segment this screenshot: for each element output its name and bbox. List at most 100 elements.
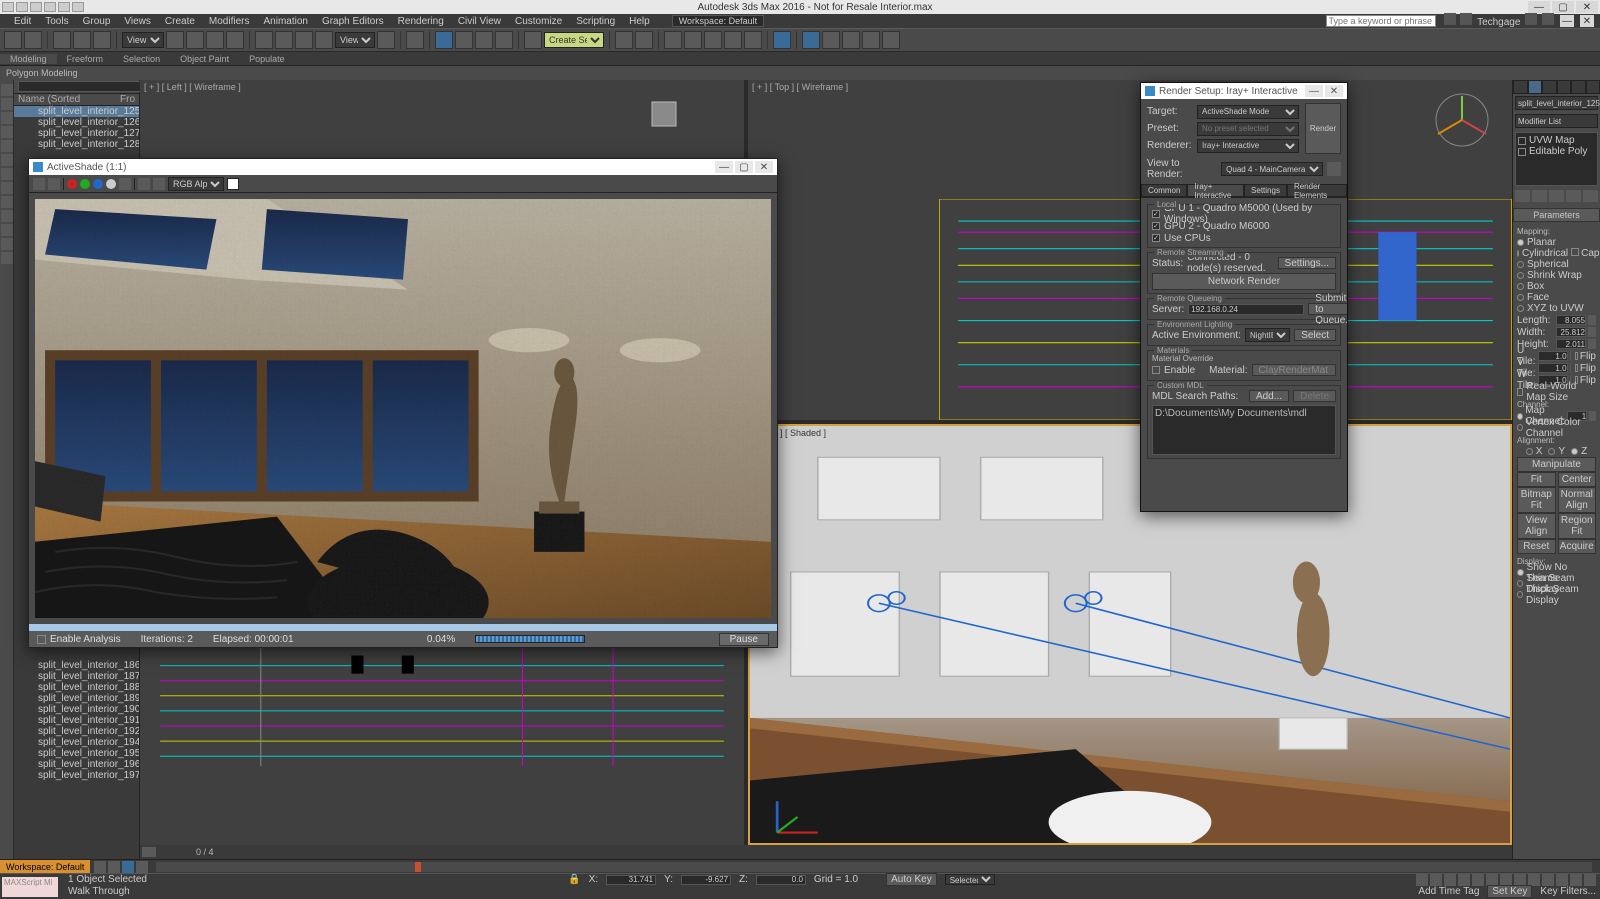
mirror-icon[interactable] [615, 31, 633, 49]
spinner-icon[interactable] [1588, 327, 1596, 337]
server-input[interactable] [1188, 304, 1304, 315]
scene-col-name[interactable]: Name (Sorted Ascending) [18, 94, 120, 105]
unlink-icon[interactable] [73, 31, 91, 49]
network-render-button[interactable]: Network Render [1152, 273, 1336, 290]
window-crossing-icon[interactable] [226, 31, 244, 49]
env-select-button[interactable]: Select [1294, 329, 1336, 341]
refcoord-select[interactable]: View [335, 32, 375, 48]
display-thickseam-radio[interactable] [1517, 591, 1523, 598]
rotate-icon[interactable] [275, 31, 293, 49]
spinner-icon[interactable] [1588, 339, 1596, 349]
layers-icon[interactable] [664, 31, 682, 49]
channel-select[interactable]: RGB Alpha [168, 177, 224, 191]
uflip-checkbox[interactable] [1575, 352, 1578, 360]
cap-checkbox[interactable] [1571, 248, 1579, 256]
mdl-delete-button[interactable]: Delete [1293, 390, 1336, 402]
rs-close-button[interactable]: ✕ [1325, 85, 1343, 97]
play-icon[interactable] [1444, 874, 1456, 886]
qat-undo-icon[interactable] [58, 2, 70, 12]
as-save-icon[interactable] [153, 178, 165, 190]
render-iterative-icon[interactable] [862, 31, 880, 49]
spinner-icon[interactable] [1588, 315, 1596, 325]
mdl-add-button[interactable]: Add... [1249, 390, 1289, 402]
rs-tab-iray[interactable]: Iray+ Interactive [1187, 184, 1244, 197]
y-input[interactable] [681, 875, 731, 885]
render-setup-icon[interactable] [802, 31, 820, 49]
as-close-button[interactable]: ✕ [755, 161, 773, 173]
bg-color-swatch[interactable] [227, 178, 239, 190]
select-region-icon[interactable] [206, 31, 224, 49]
utilities-tab-icon[interactable] [1586, 80, 1600, 94]
exchange-icon[interactable] [1525, 13, 1537, 25]
configure-sets-icon[interactable] [1583, 190, 1598, 202]
keymode-select[interactable]: Selected [945, 874, 995, 885]
ribbon-minimize-button[interactable]: — [1560, 15, 1574, 27]
qat-redo-icon[interactable] [72, 2, 84, 12]
timetag-button[interactable]: Add Time Tag [1418, 886, 1479, 897]
remove-modifier-icon[interactable] [1566, 190, 1581, 202]
filter-shapes-icon[interactable] [1, 126, 13, 138]
align-icon[interactable] [635, 31, 653, 49]
filter-geometry-icon[interactable] [1, 112, 13, 124]
goto-end-icon[interactable] [1472, 874, 1484, 886]
scale-icon[interactable] [295, 31, 313, 49]
layer-explorer-icon[interactable] [684, 31, 702, 49]
channel-mono-icon[interactable] [119, 178, 131, 190]
menu-tools[interactable]: Tools [45, 16, 68, 27]
infocenter-icon[interactable] [1444, 13, 1456, 25]
cpu-checkbox[interactable]: ✓ [1152, 234, 1160, 242]
menu-modifiers[interactable]: Modifiers [209, 16, 250, 27]
menu-help[interactable]: Help [629, 16, 650, 27]
bitmapfit-button[interactable]: Bitmap Fit [1517, 487, 1556, 513]
center-button[interactable]: Center [1558, 472, 1597, 487]
target-select[interactable]: ActiveShade Mode [1197, 105, 1299, 119]
as-clear-icon[interactable] [48, 178, 60, 190]
width-input[interactable] [1556, 327, 1586, 337]
status-icon[interactable] [94, 861, 106, 873]
align-y-radio[interactable] [1548, 448, 1555, 455]
modifier-list-select[interactable]: Modifier List [1515, 114, 1598, 128]
qat-new-icon[interactable] [16, 2, 28, 12]
selection-filter-select[interactable]: View [122, 32, 164, 48]
filter-helpers-icon[interactable] [1, 168, 13, 180]
viewport-label[interactable]: [ + ] [ Left ] [ Wireframe ] [144, 82, 241, 92]
mdl-paths-list[interactable]: D:\Documents\My Documents\mdl [1152, 405, 1336, 455]
menu-create[interactable]: Create [165, 16, 195, 27]
align-x-radio[interactable] [1526, 448, 1533, 455]
channel-red-icon[interactable] [67, 179, 77, 189]
user-label[interactable]: Techgage [1477, 17, 1520, 29]
menu-animation[interactable]: Animation [263, 16, 307, 27]
curves-editor-icon[interactable] [704, 31, 722, 49]
stack-toggle-icon[interactable] [1518, 148, 1526, 156]
menu-edit[interactable]: Edit [14, 16, 31, 27]
rs-tab-settings[interactable]: Settings [1244, 184, 1287, 197]
ribbon-panel-label[interactable]: Polygon Modeling [6, 68, 78, 78]
filter-spacewarps-icon[interactable] [1, 182, 13, 194]
edit-selection-set-icon[interactable] [524, 31, 542, 49]
ribbon-tab-populate[interactable]: Populate [239, 54, 295, 64]
trackbar[interactable] [156, 862, 1592, 872]
reset-button[interactable]: Reset [1517, 539, 1556, 554]
redo-icon[interactable] [24, 31, 42, 49]
ribbon-close-button[interactable]: ✕ [1580, 15, 1594, 27]
timeline-start-icon[interactable] [142, 847, 156, 857]
as-minimize-button[interactable]: — [715, 161, 733, 173]
render-button[interactable]: Render [1305, 103, 1341, 154]
menu-civilview[interactable]: Civil View [458, 16, 501, 27]
rs-settings-button[interactable]: Settings... [1278, 257, 1336, 269]
viewalign-button[interactable]: View Align [1517, 513, 1556, 539]
filter-frozen-icon[interactable] [1, 252, 13, 264]
track-key-marker[interactable] [415, 862, 421, 872]
pivot-icon[interactable] [377, 31, 395, 49]
channel-green-icon[interactable] [80, 179, 90, 189]
link-icon[interactable] [53, 31, 71, 49]
pin-stack-icon[interactable] [1515, 190, 1530, 202]
filter-groups-icon[interactable] [1, 196, 13, 208]
scene-col-frozen[interactable]: Fro [120, 94, 135, 105]
normalalign-button[interactable]: Normal Align [1558, 487, 1597, 513]
as-clone-icon[interactable] [138, 178, 150, 190]
fit-button[interactable]: Fit [1517, 472, 1556, 487]
pause-button[interactable]: Pause [719, 633, 769, 646]
status-icon[interactable] [122, 861, 134, 873]
orbit-icon[interactable] [1570, 874, 1582, 886]
